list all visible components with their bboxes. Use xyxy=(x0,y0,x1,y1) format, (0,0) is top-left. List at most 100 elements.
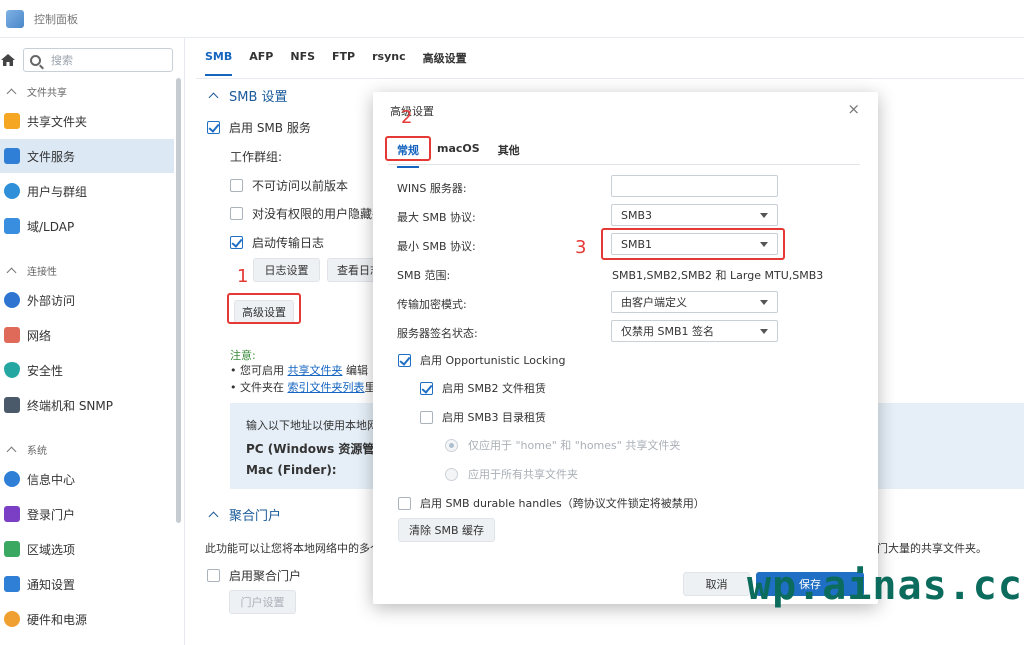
note-line-2: • 文件夹在 索引文件夹列表里 xyxy=(230,381,376,394)
wins-server-input[interactable] xyxy=(611,175,778,197)
tab-nfs[interactable]: NFS xyxy=(290,50,315,76)
enable-portal-checkbox[interactable]: 启用聚合门户 xyxy=(207,567,301,584)
chevron-up-icon xyxy=(6,267,17,277)
sidebar-item-info-center[interactable]: 信息中心 xyxy=(0,462,174,496)
search-input[interactable]: 搜索 xyxy=(23,48,173,72)
sidebar-item-notification[interactable]: 通知设置 xyxy=(0,567,174,601)
portal-section-header[interactable]: 聚合门户 xyxy=(208,505,281,524)
user-group-icon xyxy=(4,183,20,199)
checkbox[interactable] xyxy=(398,353,411,367)
watermark: wp.ainas.cc xyxy=(747,563,1023,609)
sidebar-item-external-access[interactable]: 外部访问 xyxy=(0,283,174,317)
radio-home-only[interactable]: 仅应用于 "home" 和 "homes" 共享文件夹 xyxy=(445,437,680,453)
info-center-icon xyxy=(4,471,20,487)
control-panel-icon xyxy=(6,9,24,28)
close-icon[interactable]: × xyxy=(847,100,860,118)
sidebar-item-domain-ldap[interactable]: 域/LDAP xyxy=(0,209,174,243)
log-settings-button[interactable]: 日志设置 xyxy=(253,258,320,282)
transfer-log-checkbox[interactable]: 启动传输日志 xyxy=(230,234,324,251)
encryption-label: 传输加密模式: xyxy=(397,298,467,311)
annotation-2: 2 xyxy=(401,107,413,128)
checkbox[interactable] xyxy=(230,179,243,192)
checkbox[interactable] xyxy=(207,569,220,582)
chevron-down-icon xyxy=(760,300,768,305)
checkbox[interactable] xyxy=(420,410,433,424)
radio-button[interactable] xyxy=(445,438,458,452)
highlight-box-3 xyxy=(601,228,785,260)
title-bar: 控制面板 xyxy=(0,0,1024,38)
search-icon xyxy=(30,54,41,66)
radio-button[interactable] xyxy=(445,467,458,481)
chevron-down-icon xyxy=(760,329,768,334)
tab-afp[interactable]: AFP xyxy=(249,50,273,76)
tab-ftp[interactable]: FTP xyxy=(332,50,355,76)
annotation-1: 1 xyxy=(237,266,249,287)
hide-prev-versions-checkbox[interactable]: 不可访问以前版本 xyxy=(230,177,348,194)
checkbox[interactable] xyxy=(398,496,411,510)
hide-no-permission-checkbox[interactable]: 对没有权限的用户隐藏共 xyxy=(230,205,384,222)
section-system[interactable]: 系统 xyxy=(6,442,47,457)
hardware-power-icon xyxy=(4,611,20,627)
highlight-box-2 xyxy=(385,136,431,161)
portal-description-end: 门大量的共享文件夹。 xyxy=(877,542,987,555)
checkbox[interactable] xyxy=(207,121,220,134)
enable-smb-checkbox[interactable]: 启用 SMB 服务 xyxy=(207,119,311,136)
section-connectivity[interactable]: 连接性 xyxy=(6,263,57,278)
workgroup-label: 工作群组: xyxy=(230,150,283,164)
network-icon xyxy=(4,327,20,343)
portal-settings-button[interactable]: 门户设置 xyxy=(229,590,296,614)
sidebar-item-regional-options[interactable]: 区域选项 xyxy=(0,532,174,566)
file-services-icon xyxy=(4,148,20,164)
sidebar-item-terminal-snmp[interactable]: 终端机和 SNMP xyxy=(0,388,174,422)
mac-address-label: Mac (Finder): xyxy=(246,463,337,477)
shared-folder-icon xyxy=(4,113,20,129)
sidebar-item-user-group[interactable]: 用户与群组 xyxy=(0,174,174,208)
tabs-divider xyxy=(196,78,1024,79)
chevron-up-icon xyxy=(6,446,17,456)
service-tabs: SMB AFP NFS FTP rsync 高级设置 xyxy=(205,50,484,76)
durable-handles-checkbox[interactable]: 启用 SMB durable handles（跨协议文件锁定将被禁用） xyxy=(398,495,705,511)
sidebar-item-login-portal[interactable]: 登录门户 xyxy=(0,497,174,531)
checkbox[interactable] xyxy=(230,207,243,220)
dialog-tabs-divider xyxy=(388,164,860,165)
smb-section-header[interactable]: SMB 设置 xyxy=(208,86,288,105)
signing-select[interactable]: 仅禁用 SMB1 签名 xyxy=(611,320,778,342)
sidebar-item-hardware-power[interactable]: 硬件和电源 xyxy=(0,602,174,636)
pc-address-label: PC (Windows 资源管理 xyxy=(246,442,387,456)
home-icon[interactable] xyxy=(0,52,16,68)
chevron-up-icon xyxy=(208,511,219,522)
wins-label: WINS 服务器: xyxy=(397,182,467,195)
sidebar-scrollbar[interactable] xyxy=(176,78,181,523)
chevron-up-icon xyxy=(6,88,17,98)
shared-folder-link[interactable]: 共享文件夹 xyxy=(288,364,343,377)
max-smb-select[interactable]: SMB3 xyxy=(611,204,778,226)
smb2-lease-checkbox[interactable]: 启用 SMB2 文件租赁 xyxy=(420,380,546,396)
domain-ldap-icon xyxy=(4,218,20,234)
notification-icon xyxy=(4,576,20,592)
sidebar-item-file-services[interactable]: 文件服务 xyxy=(0,139,174,173)
smb-range-value: SMB1,SMB2,SMB2 和 Large MTU,SMB3 xyxy=(612,269,824,282)
advanced-settings-dialog: 高级设置 × 常规 macOS 其他 2 WINS 服务器: 最大 SMB 协议… xyxy=(373,92,878,604)
checkbox[interactable] xyxy=(420,381,433,395)
tab-advanced[interactable]: 高级设置 xyxy=(423,50,467,76)
radio-all-folders[interactable]: 应用于所有共享文件夹 xyxy=(445,466,578,482)
tab-rsync[interactable]: rsync xyxy=(372,50,406,76)
external-access-icon xyxy=(4,292,20,308)
search-placeholder: 搜索 xyxy=(51,54,73,67)
section-file-sharing[interactable]: 文件共享 xyxy=(6,84,67,99)
cancel-button[interactable]: 取消 xyxy=(683,572,750,596)
checkbox[interactable] xyxy=(230,236,243,249)
clear-smb-cache-button[interactable]: 清除 SMB 缓存 xyxy=(398,518,495,542)
sidebar-item-security[interactable]: 安全性 xyxy=(0,353,174,387)
max-smb-label: 最大 SMB 协议: xyxy=(397,211,476,224)
smb-range-label: SMB 范围: xyxy=(397,269,451,282)
min-smb-label: 最小 SMB 协议: xyxy=(397,240,476,253)
opportunistic-locking-checkbox[interactable]: 启用 Opportunistic Locking xyxy=(398,352,565,368)
sidebar-item-shared-folder[interactable]: 共享文件夹 xyxy=(0,104,174,138)
smb3-dir-lease-checkbox[interactable]: 启用 SMB3 目录租赁 xyxy=(420,409,546,425)
indexed-folder-link[interactable]: 索引文件夹列表 xyxy=(288,381,365,394)
encryption-select[interactable]: 由客户端定义 xyxy=(611,291,778,313)
sidebar-item-network[interactable]: 网络 xyxy=(0,318,174,352)
tab-smb[interactable]: SMB xyxy=(205,50,233,76)
window-title: 控制面板 xyxy=(34,12,78,26)
